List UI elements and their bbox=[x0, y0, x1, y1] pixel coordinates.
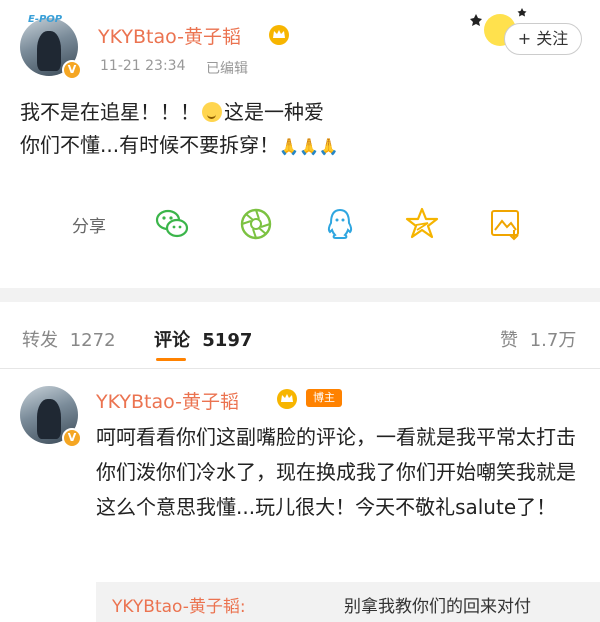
reply-box[interactable]: YKYBtao-黄子韬: 别拿我教你们的回来对付 bbox=[96, 582, 600, 622]
tab-likes-label: 赞 bbox=[500, 330, 518, 351]
wechat-icon[interactable] bbox=[154, 206, 190, 242]
share-label: 分享 bbox=[72, 217, 106, 237]
verified-icon: V bbox=[62, 428, 82, 448]
active-tab-indicator bbox=[156, 358, 186, 361]
comment-username[interactable]: YKYBtao-黄子韬 bbox=[96, 387, 239, 414]
post-line2: 你们不懂...有时候不要拆穿！ bbox=[20, 133, 280, 157]
verified-icon: V bbox=[62, 60, 82, 80]
host-badge: 博主 bbox=[306, 389, 342, 407]
moments-icon[interactable] bbox=[238, 206, 274, 242]
tabs-divider bbox=[0, 368, 600, 369]
tab-repost[interactable]: 转发 1272 bbox=[22, 326, 116, 352]
qq-icon[interactable] bbox=[322, 206, 358, 242]
reply-text: 别拿我教你们的回来对付 bbox=[344, 597, 531, 617]
follow-button[interactable]: + 关注 bbox=[504, 23, 582, 55]
post-text: 我不是在追星！！！ 这是一种爱 你们不懂...有时候不要拆穿！🙏🙏🙏 bbox=[20, 96, 339, 163]
tab-comments-count: 5197 bbox=[202, 330, 253, 351]
tab-comments[interactable]: 评论 5197 bbox=[154, 326, 252, 352]
save-image-icon[interactable] bbox=[488, 206, 524, 242]
post-line1a: 我不是在追星！！！ bbox=[20, 100, 200, 124]
pray-emoji-icon: 🙏🙏🙏 bbox=[279, 137, 339, 156]
tab-repost-label: 转发 bbox=[22, 330, 58, 351]
reply-username[interactable]: YKYBtao-黄子韬: bbox=[112, 592, 246, 617]
smile-emoji-icon bbox=[202, 102, 222, 122]
sticker-label: E-POP bbox=[28, 14, 63, 25]
crown-icon bbox=[268, 24, 290, 50]
post-username[interactable]: YKYBtao-黄子韬 bbox=[98, 22, 241, 49]
share-row: 分享 bbox=[0, 200, 600, 248]
interaction-tabs: 转发 1272 评论 5197 赞 1.7万 bbox=[0, 302, 600, 368]
edited-label: 已编辑 bbox=[206, 61, 248, 77]
post-line1b: 这是一种爱 bbox=[224, 100, 324, 124]
section-divider bbox=[0, 288, 600, 302]
qzone-icon[interactable] bbox=[404, 206, 440, 242]
tab-likes[interactable]: 赞 1.7万 bbox=[500, 326, 576, 352]
tab-comments-label: 评论 bbox=[154, 330, 190, 351]
comment-text: 呵呵看看你们这副嘴脸的评论，一看就是我平常太打击你们泼你们冷水了，现在换成我了你… bbox=[96, 425, 576, 519]
post-timestamp: 11-21 23:34 bbox=[100, 58, 186, 74]
tab-likes-count: 1.7万 bbox=[529, 330, 577, 351]
tab-repost-count: 1272 bbox=[69, 330, 116, 351]
crown-icon bbox=[276, 388, 298, 414]
